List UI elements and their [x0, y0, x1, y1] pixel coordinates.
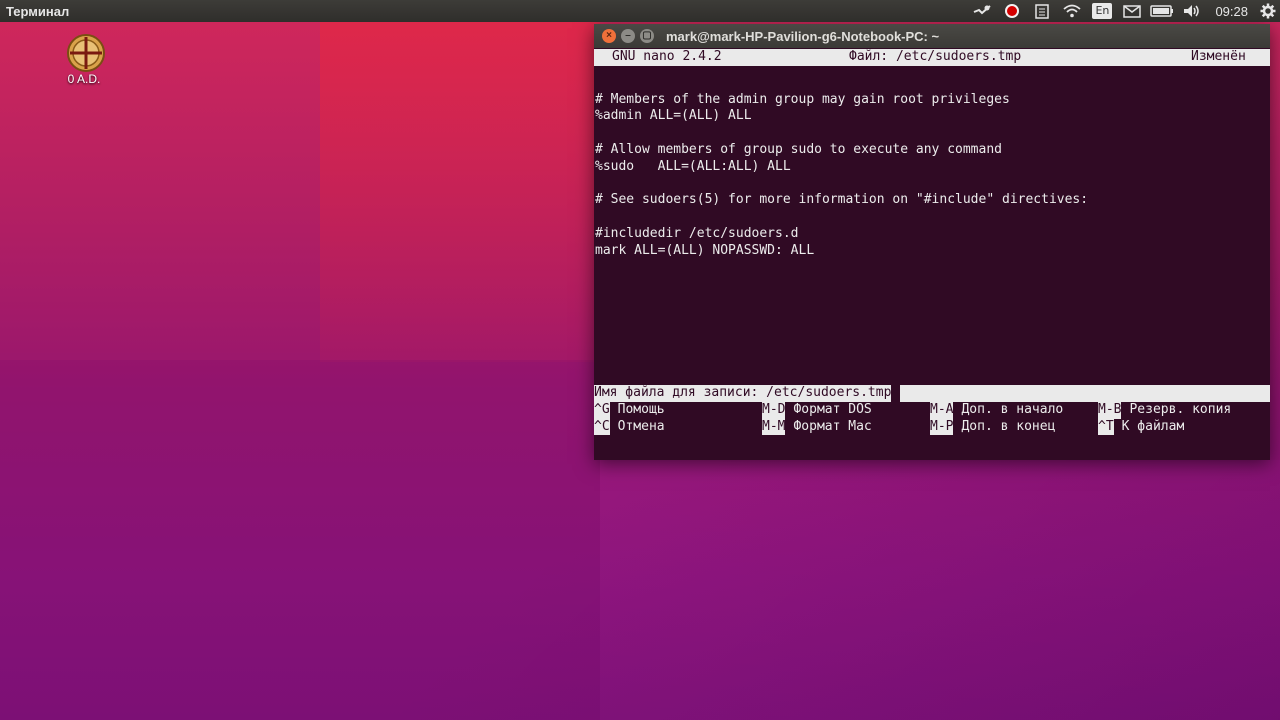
save-filename-prompt[interactable]: Имя файла для записи: /etc/sudoers.tmp	[594, 384, 1270, 402]
steam-icon[interactable]	[967, 0, 997, 22]
keyboard-layout-label: En	[1092, 3, 1113, 19]
nano-version: GNU nano 2.4.2	[612, 49, 722, 64]
close-icon[interactable]: ×	[602, 29, 616, 43]
shortcut-prepend[interactable]: M-A Доп. в начало	[930, 401, 1098, 419]
shortcut-key: M-A	[930, 401, 954, 419]
top-panel: Терминал En 09:28	[0, 0, 1280, 22]
wallpaper-facet	[320, 22, 600, 362]
nano-editor[interactable]: GNU nano 2.4.2 Файл: /etc/sudoers.tmp Из…	[594, 49, 1270, 436]
clock[interactable]: 09:28	[1207, 4, 1256, 19]
desktop-shortcut-0ad[interactable]: 0 A.D.	[56, 32, 112, 86]
shortcut-mac-format[interactable]: M-M Формат Mac	[762, 418, 930, 436]
wallpaper-facet	[600, 460, 1280, 720]
shortcut-label: Отмена	[617, 418, 665, 434]
mail-icon[interactable]	[1117, 0, 1147, 22]
shortcut-label: Доп. в конец	[961, 418, 1056, 434]
shortcut-key: M-B	[1098, 401, 1122, 419]
shortcut-backup[interactable]: M-B Резерв. копия	[1098, 401, 1266, 419]
shortcut-key: ^C	[594, 418, 610, 436]
nano-modified-status: Изменён	[1191, 49, 1246, 64]
shortcut-key: M-P	[930, 418, 954, 436]
text-line	[594, 75, 1270, 92]
shortcut-dos-format[interactable]: M-D Формат DOS	[762, 401, 930, 419]
text-line: # Allow members of group sudo to execute…	[595, 141, 1002, 157]
text-line	[594, 176, 1270, 193]
text-line	[594, 209, 1270, 226]
terminal-window[interactable]: × – ▢ mark@mark-HP-Pavilion-g6-Notebook-…	[594, 24, 1270, 460]
shortcut-label: Доп. в начало	[961, 401, 1064, 417]
keyboard-layout-icon[interactable]: En	[1087, 0, 1117, 22]
shortcut-key: ^T	[1098, 418, 1114, 436]
shortcut-to-files[interactable]: ^T К файлам	[1098, 418, 1266, 436]
shortcut-append[interactable]: M-P Доп. в конец	[930, 418, 1098, 436]
nano-text-area[interactable]: # Members of the admin group may gain ro…	[594, 66, 1270, 385]
shortcut-label: Резерв. копия	[1129, 401, 1232, 417]
text-line: %admin ALL=(ALL) ALL	[595, 108, 752, 124]
shortcut-row: ^C Отмена M-M Формат Mac M-P Доп. в конец ^…	[594, 418, 1270, 436]
wifi-icon[interactable]	[1057, 0, 1087, 22]
indicator-area: En 09:28	[967, 0, 1280, 22]
maximize-icon[interactable]: ▢	[640, 29, 654, 43]
shortcut-row: ^G Помощь M-D Формат DOS M-A Доп. в начало …	[594, 401, 1270, 419]
wallpaper-facet	[0, 360, 600, 720]
text-line: #includedir /etc/sudoers.d	[595, 225, 799, 241]
shortcut-label: К файлам	[1121, 418, 1185, 434]
shortcut-label: Формат DOS	[793, 401, 872, 417]
shortcut-key: M-D	[762, 401, 786, 419]
minimize-icon[interactable]: –	[621, 29, 635, 43]
prompt-text: Имя файла для записи: /etc/sudoers.tmp	[594, 384, 892, 402]
desktop-icon-label: 0 A.D.	[67, 72, 101, 86]
shortcut-key: ^G	[594, 401, 610, 419]
shortcut-cancel[interactable]: ^C Отмена	[594, 418, 762, 436]
shortcut-label: Помощь	[617, 401, 665, 417]
active-app-title[interactable]: Терминал	[0, 4, 69, 19]
nano-filename: Файл: /etc/sudoers.tmp	[849, 49, 1022, 64]
prompt-input-field[interactable]	[900, 384, 1270, 402]
text-line: # Members of the admin group may gain ro…	[595, 91, 1010, 107]
record-icon[interactable]	[997, 0, 1027, 22]
nano-header: GNU nano 2.4.2 Файл: /etc/sudoers.tmp Из…	[594, 49, 1270, 66]
0ad-icon	[65, 32, 105, 72]
shortcut-help[interactable]: ^G Помощь	[594, 401, 762, 419]
shortcut-key: M-M	[762, 418, 786, 436]
volume-icon[interactable]	[1177, 0, 1207, 22]
text-line: %sudo ALL=(ALL:ALL) ALL	[595, 158, 791, 174]
shortcut-label: Формат Mac	[793, 418, 872, 434]
window-title: mark@mark-HP-Pavilion-g6-Notebook-PC: ~	[666, 28, 940, 44]
window-titlebar[interactable]: × – ▢ mark@mark-HP-Pavilion-g6-Notebook-…	[594, 24, 1270, 48]
gear-icon[interactable]	[1256, 0, 1280, 22]
text-line: mark ALL=(ALL) NOPASSWD: ALL	[595, 242, 815, 258]
text-line	[594, 125, 1270, 142]
battery-icon[interactable]	[1147, 0, 1177, 22]
text-line: # See sudoers(5) for more information on…	[595, 192, 1089, 208]
clipboard-icon[interactable]	[1027, 0, 1057, 22]
